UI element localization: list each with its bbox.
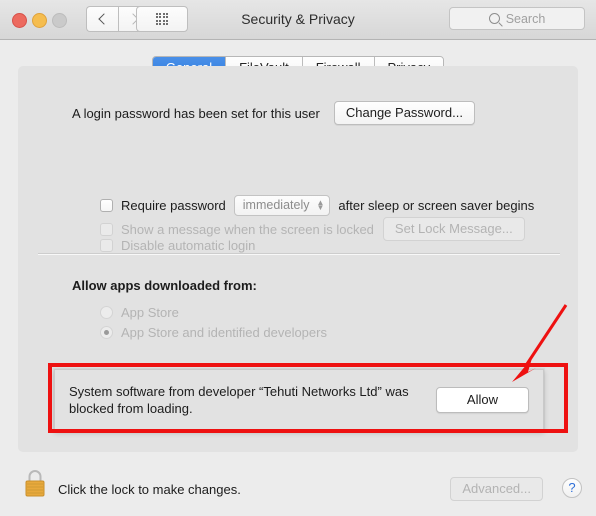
search-input[interactable]: Search bbox=[449, 7, 585, 30]
security-privacy-window: Security & Privacy Search General FileVa… bbox=[0, 0, 596, 516]
section-divider bbox=[38, 253, 560, 254]
allow-button[interactable]: Allow bbox=[435, 387, 529, 413]
window-titlebar: Security & Privacy Search bbox=[0, 0, 596, 40]
identified-developers-label: App Store and identified developers bbox=[121, 325, 327, 340]
blocked-software-message: System software from developer “Tehuti N… bbox=[69, 384, 409, 416]
require-password-delay-value: immediately bbox=[242, 198, 310, 212]
change-password-button[interactable]: Change Password... bbox=[333, 101, 475, 125]
allow-apps-heading: Allow apps downloaded from: bbox=[72, 278, 257, 293]
help-button[interactable]: ? bbox=[562, 478, 582, 498]
app-store-label: App Store bbox=[121, 305, 179, 320]
login-password-text: A login password has been set for this u… bbox=[72, 105, 320, 121]
require-password-suffix: after sleep or screen saver begins bbox=[338, 198, 535, 213]
app-store-radio bbox=[100, 306, 113, 319]
advanced-button: Advanced... bbox=[450, 477, 543, 501]
blocked-software-notice: System software from developer “Tehuti N… bbox=[54, 369, 544, 431]
chevron-up-down-icon: ▲ ▼ bbox=[316, 198, 325, 212]
lock-hint-text: Click the lock to make changes. bbox=[58, 482, 241, 497]
search-icon bbox=[488, 13, 500, 24]
radio-row-app-store: App Store bbox=[100, 305, 179, 320]
disable-automatic-login-checkbox bbox=[100, 239, 113, 252]
general-pane: A login password has been set for this u… bbox=[18, 66, 578, 452]
closed-padlock-icon[interactable] bbox=[22, 468, 48, 498]
set-lock-message-button: Set Lock Message... bbox=[382, 217, 525, 241]
require-password-checkbox[interactable] bbox=[100, 199, 113, 212]
search-placeholder: Search bbox=[505, 11, 546, 26]
login-password-row: A login password has been set for this u… bbox=[72, 101, 475, 125]
identified-developers-radio bbox=[100, 326, 113, 339]
require-password-row: Require password immediately ▲ ▼ after sl… bbox=[100, 195, 534, 216]
require-password-delay-popup[interactable]: immediately ▲ ▼ bbox=[233, 195, 331, 216]
radio-row-identified-developers: App Store and identified developers bbox=[100, 325, 327, 340]
require-password-label: Require password bbox=[121, 198, 226, 213]
radio-selected-dot bbox=[104, 330, 109, 335]
disable-automatic-login-row: Disable automatic login bbox=[100, 238, 255, 253]
show-lock-message-label: Show a message when the screen is locked bbox=[121, 221, 374, 237]
disable-automatic-login-label: Disable automatic login bbox=[121, 238, 256, 253]
show-lock-message-checkbox bbox=[100, 222, 113, 236]
